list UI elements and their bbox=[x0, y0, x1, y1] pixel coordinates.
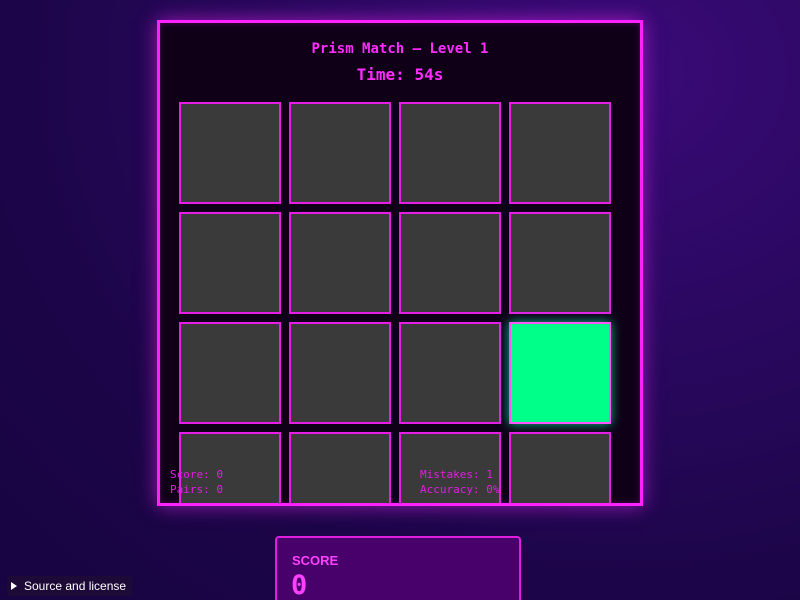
card-r3c1[interactable] bbox=[179, 322, 281, 424]
disclosure-triangle-icon bbox=[11, 582, 17, 590]
card-r1c2[interactable] bbox=[289, 102, 391, 204]
game-timer: Time: 54s bbox=[356, 65, 444, 84]
pairs-stat: Pairs: 0 bbox=[170, 483, 223, 496]
card-r4c4[interactable] bbox=[509, 432, 611, 503]
score-panel-value: 0 bbox=[291, 570, 308, 600]
card-r1c4[interactable] bbox=[509, 102, 611, 204]
source-license-label: Source and license bbox=[24, 579, 127, 593]
source-license-toggle[interactable]: Source and license bbox=[7, 576, 133, 596]
accuracy-stat: Accuracy: 0% bbox=[420, 483, 500, 496]
score-panel: SCORE 0 bbox=[275, 536, 521, 600]
card-r1c1[interactable] bbox=[179, 102, 281, 204]
card-r2c3[interactable] bbox=[399, 212, 501, 314]
score-panel-label: SCORE bbox=[292, 553, 339, 568]
game-board-frame: Prism Match — Level 1 Time: 54s Score: 0… bbox=[157, 20, 643, 506]
game-title: Prism Match — Level 1 bbox=[311, 41, 489, 57]
score-stat: Score: 0 bbox=[170, 468, 223, 481]
card-r3c2[interactable] bbox=[289, 322, 391, 424]
card-r3c3[interactable] bbox=[399, 322, 501, 424]
card-r1c3[interactable] bbox=[399, 102, 501, 204]
card-r2c2[interactable] bbox=[289, 212, 391, 314]
card-r4c2[interactable] bbox=[289, 432, 391, 503]
mistakes-stat: Mistakes: 1 bbox=[420, 468, 493, 481]
card-r2c1[interactable] bbox=[179, 212, 281, 314]
card-r2c4[interactable] bbox=[509, 212, 611, 314]
card-r3c4-revealed[interactable] bbox=[509, 322, 611, 424]
